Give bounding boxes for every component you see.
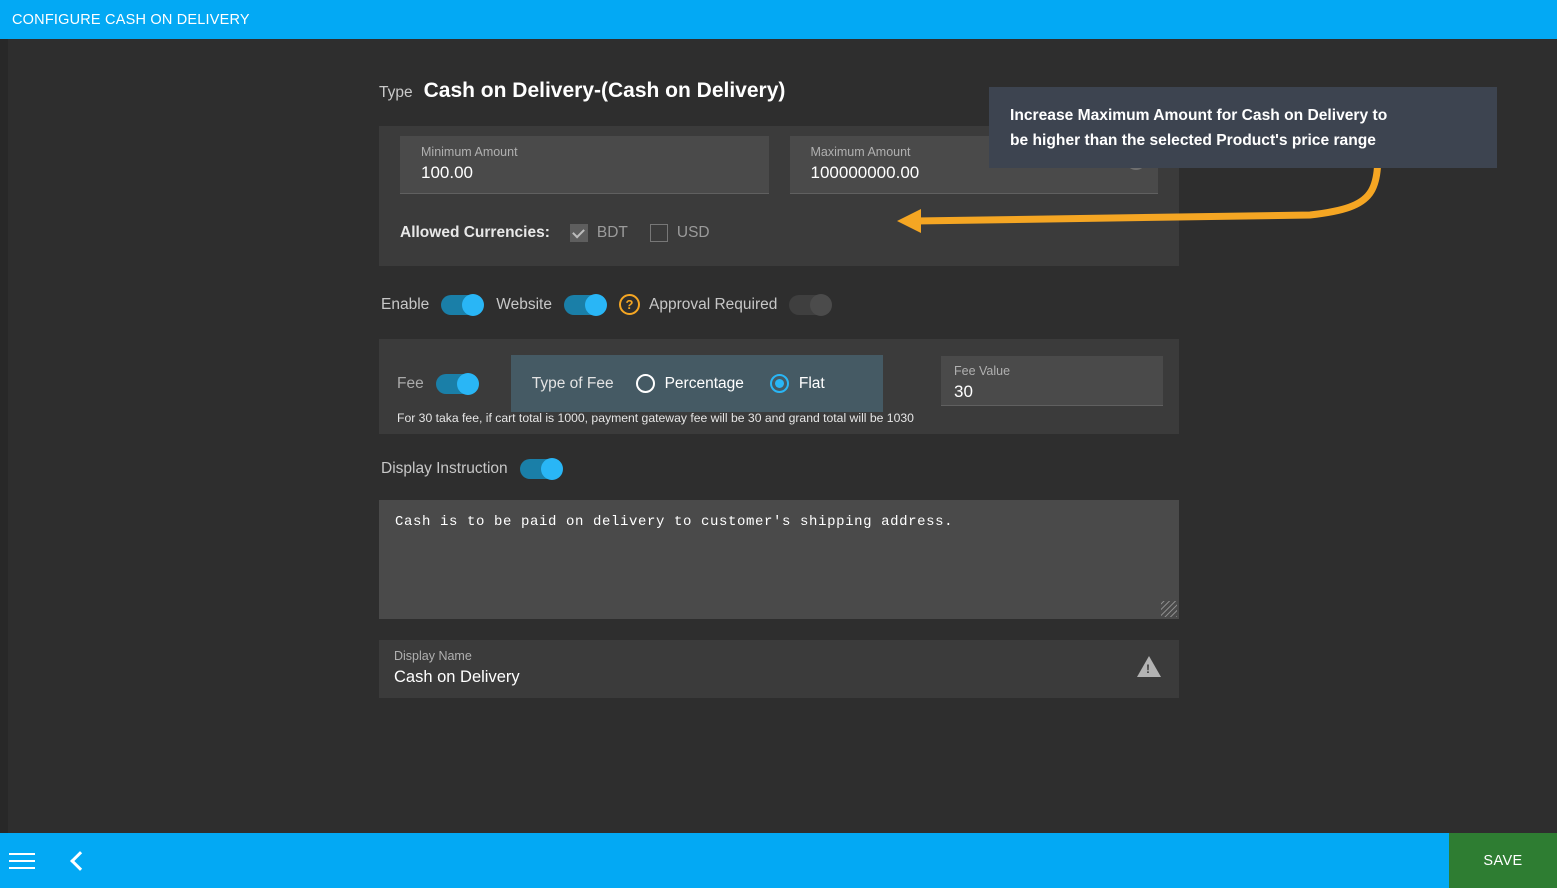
checkbox-usd[interactable] (649, 224, 668, 242)
type-value: Cash on Delivery-(Cash on Delivery) (423, 79, 786, 102)
instruction-textarea[interactable]: Cash is to be paid on delivery to custom… (379, 500, 1179, 619)
fee-value-label: Fee Value (954, 364, 1011, 378)
back-chevron-icon[interactable] (70, 850, 90, 871)
currency-option-usd[interactable]: USD (649, 224, 710, 242)
fee-value-value: 30 (954, 382, 973, 401)
feature-toggles-row: Enable Website ? Approval Required (379, 293, 1179, 316)
display-instruction-toggle-knob (540, 458, 563, 480)
display-instruction-label: Display Instruction (381, 460, 508, 477)
instruction-text: Cash is to be paid on delivery to custom… (395, 514, 954, 530)
question-mark-icon[interactable]: ? (618, 294, 640, 315)
page-title: CONFIGURE CASH ON DELIVERY (12, 11, 250, 28)
radio-percentage[interactable] (635, 374, 655, 393)
save-button-label: SAVE (1483, 852, 1523, 869)
website-toggle-knob (584, 293, 607, 316)
fee-label: Fee (397, 375, 424, 392)
warning-triangle-icon[interactable] (1137, 656, 1161, 677)
hamburger-menu-icon[interactable] (9, 852, 35, 870)
annotation-callout: Increase Maximum Amount for Cash on Deli… (989, 87, 1497, 168)
left-rail (0, 39, 8, 833)
minimum-amount-value: 100.00 (421, 163, 473, 182)
fee-value-field[interactable]: Fee Value 30 (941, 356, 1163, 406)
enable-toggle-knob (462, 293, 485, 316)
radio-percentage-label: Percentage (664, 374, 744, 392)
approval-required-label: Approval Required (648, 295, 778, 313)
minimum-amount-label: Minimum Amount (421, 145, 518, 159)
bottom-action-bar: SAVE (0, 833, 1557, 888)
enable-toggle[interactable] (441, 293, 485, 316)
resize-grip-handle[interactable] (1161, 601, 1177, 617)
fee-card: Fee Type of Fee Percentage Flat Fee Valu… (379, 339, 1179, 434)
approval-required-toggle[interactable] (789, 293, 833, 316)
checkbox-bdt[interactable] (569, 224, 588, 242)
radio-flat-label: Flat (798, 374, 825, 392)
enable-label: Enable (381, 295, 430, 313)
checkbox-bdt-label: BDT (596, 224, 628, 241)
display-instruction-row: Display Instruction (379, 458, 1179, 480)
allowed-currencies-label: Allowed Currencies: (400, 224, 550, 241)
fee-hint-text: For 30 taka fee, if cart total is 1000, … (397, 411, 914, 425)
website-toggle[interactable] (563, 293, 607, 316)
callout-line-1: Increase Maximum Amount for Cash on Deli… (1010, 107, 1388, 124)
display-name-label: Display Name (394, 649, 472, 663)
display-name-value: Cash on Delivery (394, 668, 520, 686)
radio-option-flat[interactable]: Flat (769, 374, 825, 393)
currency-option-bdt[interactable]: BDT (569, 224, 628, 242)
type-of-fee-label: Type of Fee (531, 374, 614, 392)
approval-required-toggle-knob (810, 293, 833, 316)
radio-flat[interactable] (769, 374, 789, 393)
radio-option-percentage[interactable]: Percentage (635, 374, 744, 393)
content-area: Type Cash on Delivery-(Cash on Delivery)… (0, 39, 1557, 833)
callout-line-2: be higher than the selected Product's pr… (1010, 132, 1376, 149)
fee-toggle[interactable] (435, 373, 479, 395)
allowed-currencies-row: Allowed Currencies: BDT USD (379, 224, 1179, 242)
fee-toggle-knob (456, 373, 479, 395)
type-label: Type (379, 84, 413, 101)
configure-payment-method-screen: CONFIGURE CASH ON DELIVERY Type Cash on … (0, 0, 1557, 888)
save-button[interactable]: SAVE (1449, 833, 1557, 888)
checkbox-usd-label: USD (676, 224, 710, 241)
window-title-bar: CONFIGURE CASH ON DELIVERY (0, 0, 1557, 39)
display-name-field[interactable]: Display Name Cash on Delivery (379, 640, 1179, 698)
fee-toggle-group: Fee (397, 355, 491, 395)
type-of-fee-panel: Type of Fee Percentage Flat (510, 355, 883, 412)
website-label: Website (496, 295, 552, 313)
minimum-amount-field[interactable]: Minimum Amount 100.00 (400, 136, 769, 194)
display-instruction-toggle[interactable] (519, 458, 563, 480)
